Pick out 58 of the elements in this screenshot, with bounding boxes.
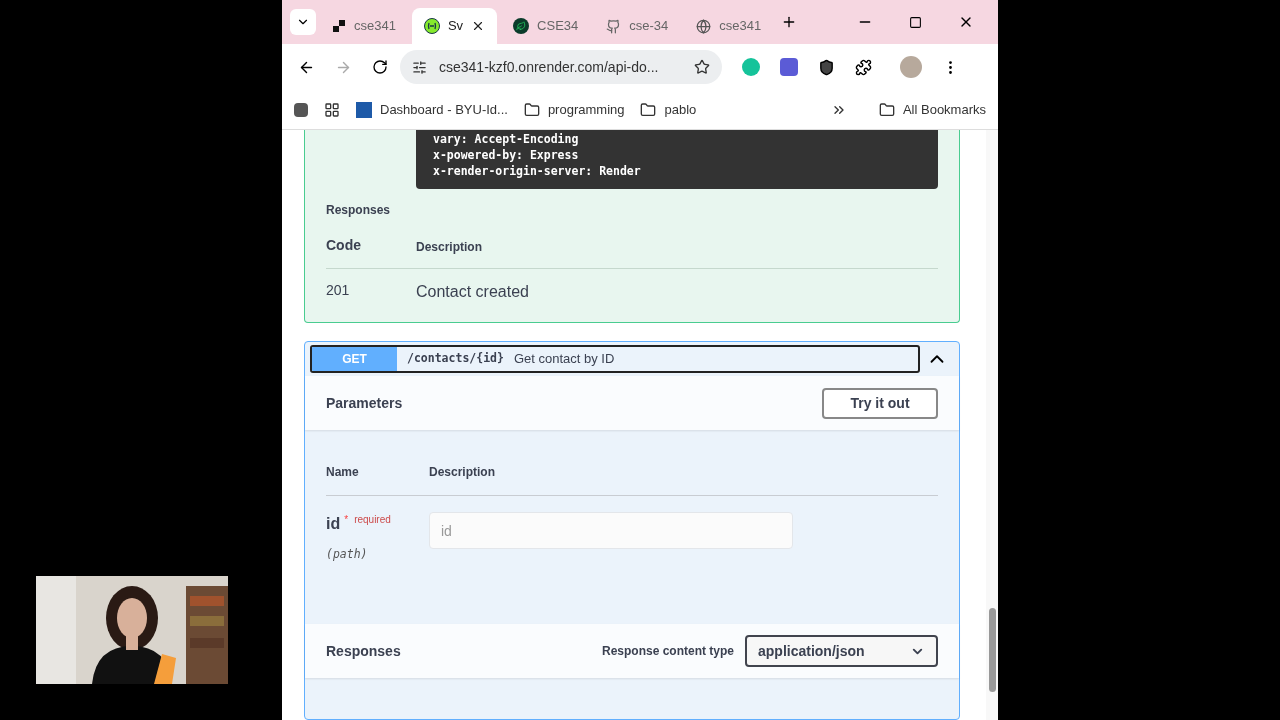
content-type-label: Response content type bbox=[601, 643, 734, 660]
operation-summary[interactable]: GET /contacts/{id} Get contact by ID bbox=[310, 345, 920, 373]
maximize-icon[interactable] bbox=[909, 15, 922, 29]
required-label: required bbox=[354, 513, 391, 527]
globe-icon bbox=[696, 18, 712, 34]
tab-title: Sv bbox=[447, 17, 464, 36]
tab-title: cse341 bbox=[719, 17, 762, 36]
bookmark[interactable]: programming bbox=[523, 99, 625, 120]
url-text: cse341-kzf0.onrender.com/api-do... bbox=[439, 57, 660, 77]
parameter-name: id bbox=[326, 514, 341, 534]
section-title: Parameters bbox=[326, 393, 403, 413]
column-header: Description bbox=[416, 239, 482, 256]
reload-icon[interactable] bbox=[372, 59, 388, 75]
column-header: Code bbox=[326, 236, 362, 255]
content-type-select[interactable]: application/json bbox=[745, 635, 938, 667]
tab-title: cse341 bbox=[354, 17, 396, 36]
github-icon bbox=[606, 18, 622, 34]
section-title: Responses bbox=[326, 641, 402, 661]
tab-title: CSE34 bbox=[537, 17, 579, 36]
endpoint-path: /contacts/{id} bbox=[407, 350, 504, 368]
bookmark[interactable]: pablo bbox=[640, 99, 697, 120]
column-header: Description bbox=[429, 464, 495, 481]
input-field[interactable]: id bbox=[429, 512, 793, 549]
tab-search-button[interactable] bbox=[290, 9, 316, 35]
browser-tab[interactable]: CSE34 bbox=[501, 8, 591, 44]
tab-title: cse-34 bbox=[629, 17, 669, 36]
scrollbar[interactable] bbox=[986, 130, 998, 720]
bookmark-label: All Bookmarks bbox=[902, 100, 986, 119]
bookmark[interactable]: Dashboard - BYU-Id... bbox=[356, 99, 508, 120]
address-bar[interactable]: cse341-kzf0.onrender.com/api-do... bbox=[400, 50, 722, 84]
required-mark: * bbox=[344, 513, 349, 527]
site-info-icon[interactable] bbox=[412, 59, 427, 75]
extensions-icon[interactable] bbox=[855, 58, 872, 76]
folder-icon bbox=[878, 101, 895, 118]
apps-icon[interactable] bbox=[324, 101, 340, 118]
response-description: Contact created bbox=[416, 282, 529, 302]
column-header: Name bbox=[326, 464, 360, 481]
bookmark[interactable]: All Bookmarks bbox=[878, 99, 986, 120]
leaf-icon bbox=[513, 18, 530, 34]
bookmark-label: programming bbox=[547, 100, 625, 119]
browser-tab[interactable]: cse341 bbox=[684, 8, 774, 44]
response-code: 201 bbox=[326, 281, 351, 300]
browser-tab[interactable]: cse341 bbox=[320, 8, 408, 44]
bookmark-label: Dashboard - BYU-Id... bbox=[380, 100, 508, 119]
endpoint-summary: Get contact by ID bbox=[513, 350, 615, 369]
folder-icon bbox=[523, 101, 540, 118]
site-icon bbox=[356, 101, 372, 118]
bookmark-star-icon[interactable] bbox=[694, 59, 710, 75]
bookmark-label: pablo bbox=[664, 100, 697, 119]
browser-tab[interactable]: Sv bbox=[411, 8, 498, 44]
parameter-location: (path) bbox=[326, 546, 369, 563]
method-badge: GET bbox=[312, 347, 397, 371]
browser-tab[interactable]: cse-34 bbox=[594, 8, 681, 44]
response-headers-code: vary: Accept-Encoding x-powered-by: Express x-render-origin-server: Render bbox=[416, 130, 938, 189]
folder-icon bbox=[640, 101, 657, 118]
shield-icon[interactable] bbox=[818, 58, 835, 76]
section-title: Responses bbox=[326, 202, 392, 219]
try-it-out-button[interactable]: Try it out bbox=[822, 387, 938, 419]
